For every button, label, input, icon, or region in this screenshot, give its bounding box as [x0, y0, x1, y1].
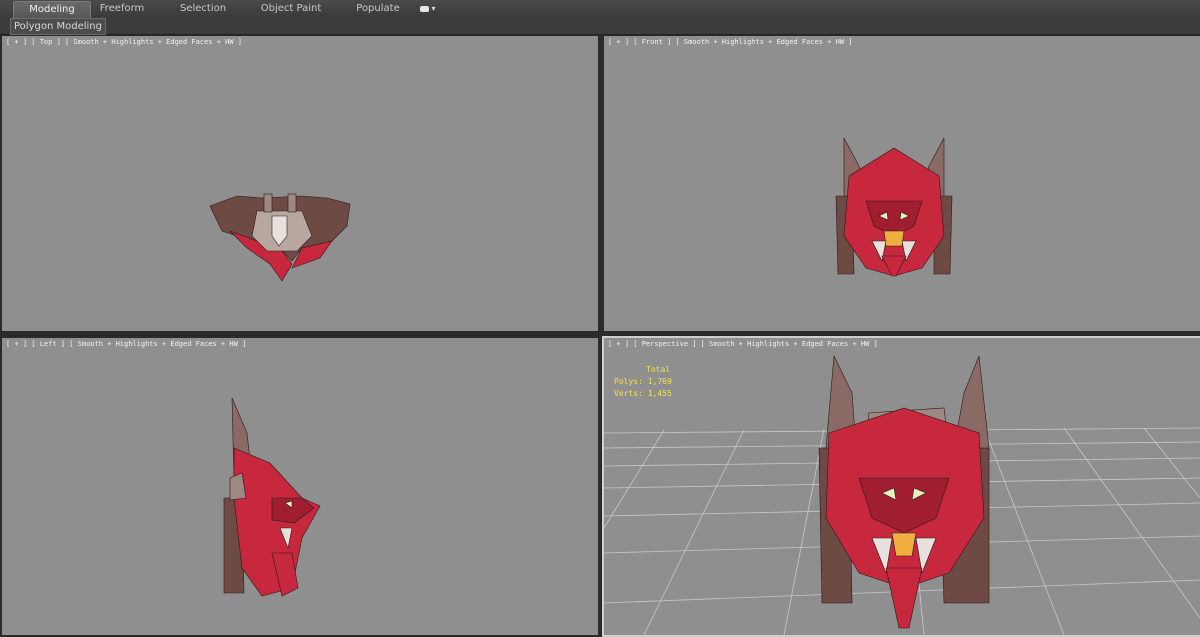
polygon-modeling-panel[interactable]: Polygon Modeling: [10, 18, 106, 35]
viewport-front[interactable]: [ + ] [ Front ] [ Smooth + Highlights + …: [603, 35, 1200, 332]
dragon-model-top: [209, 193, 351, 282]
ribbon-panel-bar: Polygon Modeling: [0, 18, 1200, 35]
dragon-model-perspective: [818, 354, 990, 629]
dragon-model-left: [223, 397, 321, 597]
dragon-model-front: [835, 137, 953, 277]
tab-selection[interactable]: Selection: [172, 1, 234, 17]
viewport-left[interactable]: [ + ] [ Left ] [ Smooth + Highlights + E…: [1, 337, 599, 636]
ribbon-bar: Modeling Freeform Selection Object Paint…: [0, 0, 1200, 19]
chevron-down-icon: ▾: [431, 4, 436, 13]
display-icon: [420, 5, 429, 12]
viewport-top[interactable]: [ + ] [ Top ] [ Smooth + Highlights + Ed…: [1, 35, 599, 332]
front-view-model: [835, 137, 953, 277]
perspective-view-scene: [604, 354, 1200, 635]
tab-freeform[interactable]: Freeform: [92, 1, 152, 17]
left-view-model: [223, 397, 321, 597]
top-view-model: [209, 193, 351, 282]
viewport-perspective[interactable]: [ + ] [ Perspective ] [ Smooth + Highlig…: [602, 336, 1200, 637]
tab-populate[interactable]: Populate: [350, 1, 406, 17]
tab-modeling[interactable]: Modeling: [13, 1, 91, 18]
ribbon-options-dropdown[interactable]: ▾: [420, 4, 440, 14]
tab-object-paint[interactable]: Object Paint: [255, 1, 327, 17]
